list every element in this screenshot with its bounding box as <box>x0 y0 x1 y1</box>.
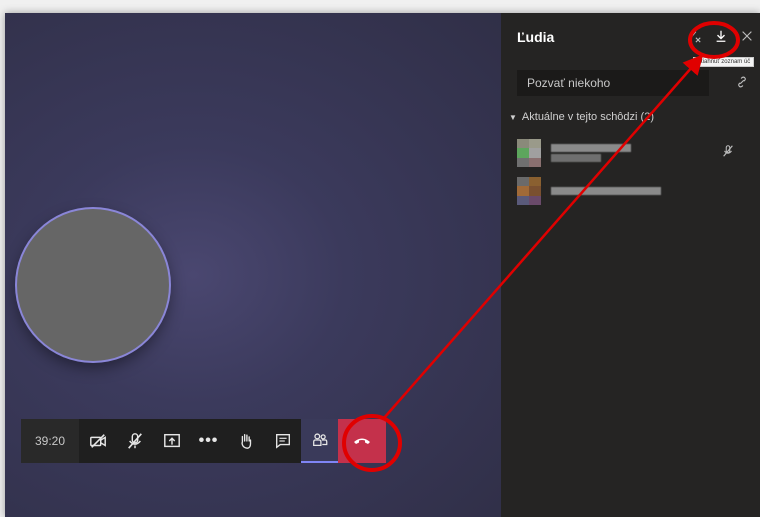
mic-off-icon <box>127 433 142 449</box>
control-group: ••• <box>79 419 227 463</box>
participant-name-redacted <box>551 142 631 164</box>
mic-toggle-button[interactable] <box>116 419 153 463</box>
raise-hand-button[interactable] <box>227 419 264 463</box>
participant-row[interactable] <box>517 139 747 167</box>
more-icon: ••• <box>198 432 219 449</box>
participant-avatar-pixelated <box>517 177 541 205</box>
download-icon <box>716 30 726 42</box>
camera-toggle-button[interactable] <box>79 419 116 463</box>
close-icon <box>742 31 752 41</box>
call-controls-bar: 39:20 ••• <box>21 419 386 463</box>
hang-up-button[interactable] <box>338 419 386 463</box>
download-attendance-button[interactable] <box>708 25 734 47</box>
participant-avatar <box>17 209 169 361</box>
download-tooltip: Stiahnuť zoznam úč <box>693 57 755 67</box>
teams-window: 39:20 ••• Ľudia Stiahnuť zoznam úč Pozva… <box>5 13 760 517</box>
participant-name-redacted <box>551 185 661 197</box>
people-icon <box>312 433 327 447</box>
chat-icon <box>275 434 290 449</box>
control-group-2 <box>227 419 338 463</box>
chat-button[interactable] <box>264 419 301 463</box>
more-actions-button[interactable]: ••• <box>190 419 227 463</box>
call-timer: 39:20 <box>21 419 79 463</box>
call-stage: 39:20 ••• <box>5 13 501 517</box>
raise-hand-icon <box>240 434 251 449</box>
participant-mic-status <box>721 144 735 163</box>
caret-down-icon: ▼ <box>509 112 517 122</box>
share-screen-icon <box>163 433 180 448</box>
copy-link-button[interactable] <box>735 75 749 94</box>
participant-row[interactable] <box>517 177 747 205</box>
invite-input[interactable]: Pozvať niekoho <box>517 70 709 96</box>
panel-title: Ľudia <box>517 29 555 45</box>
check-x-icon <box>689 31 701 43</box>
close-panel-button[interactable] <box>734 25 760 47</box>
hang-up-icon <box>354 438 370 444</box>
panel-header-actions <box>682 25 760 47</box>
section-label: Aktuálne v tejto schôdzi (2) <box>521 111 654 123</box>
participants-button[interactable] <box>301 419 338 463</box>
link-icon <box>738 76 746 88</box>
in-meeting-section-header[interactable]: ▼ Aktuálne v tejto schôdzi (2) <box>509 111 654 123</box>
participant-avatar-pixelated <box>517 139 541 167</box>
share-screen-button[interactable] <box>153 419 190 463</box>
people-panel: Ľudia Stiahnuť zoznam úč Pozvať niekoho … <box>501 13 760 517</box>
dismiss-all-button[interactable] <box>682 25 708 47</box>
camera-off-icon <box>89 434 106 448</box>
mic-off-icon <box>723 144 733 157</box>
